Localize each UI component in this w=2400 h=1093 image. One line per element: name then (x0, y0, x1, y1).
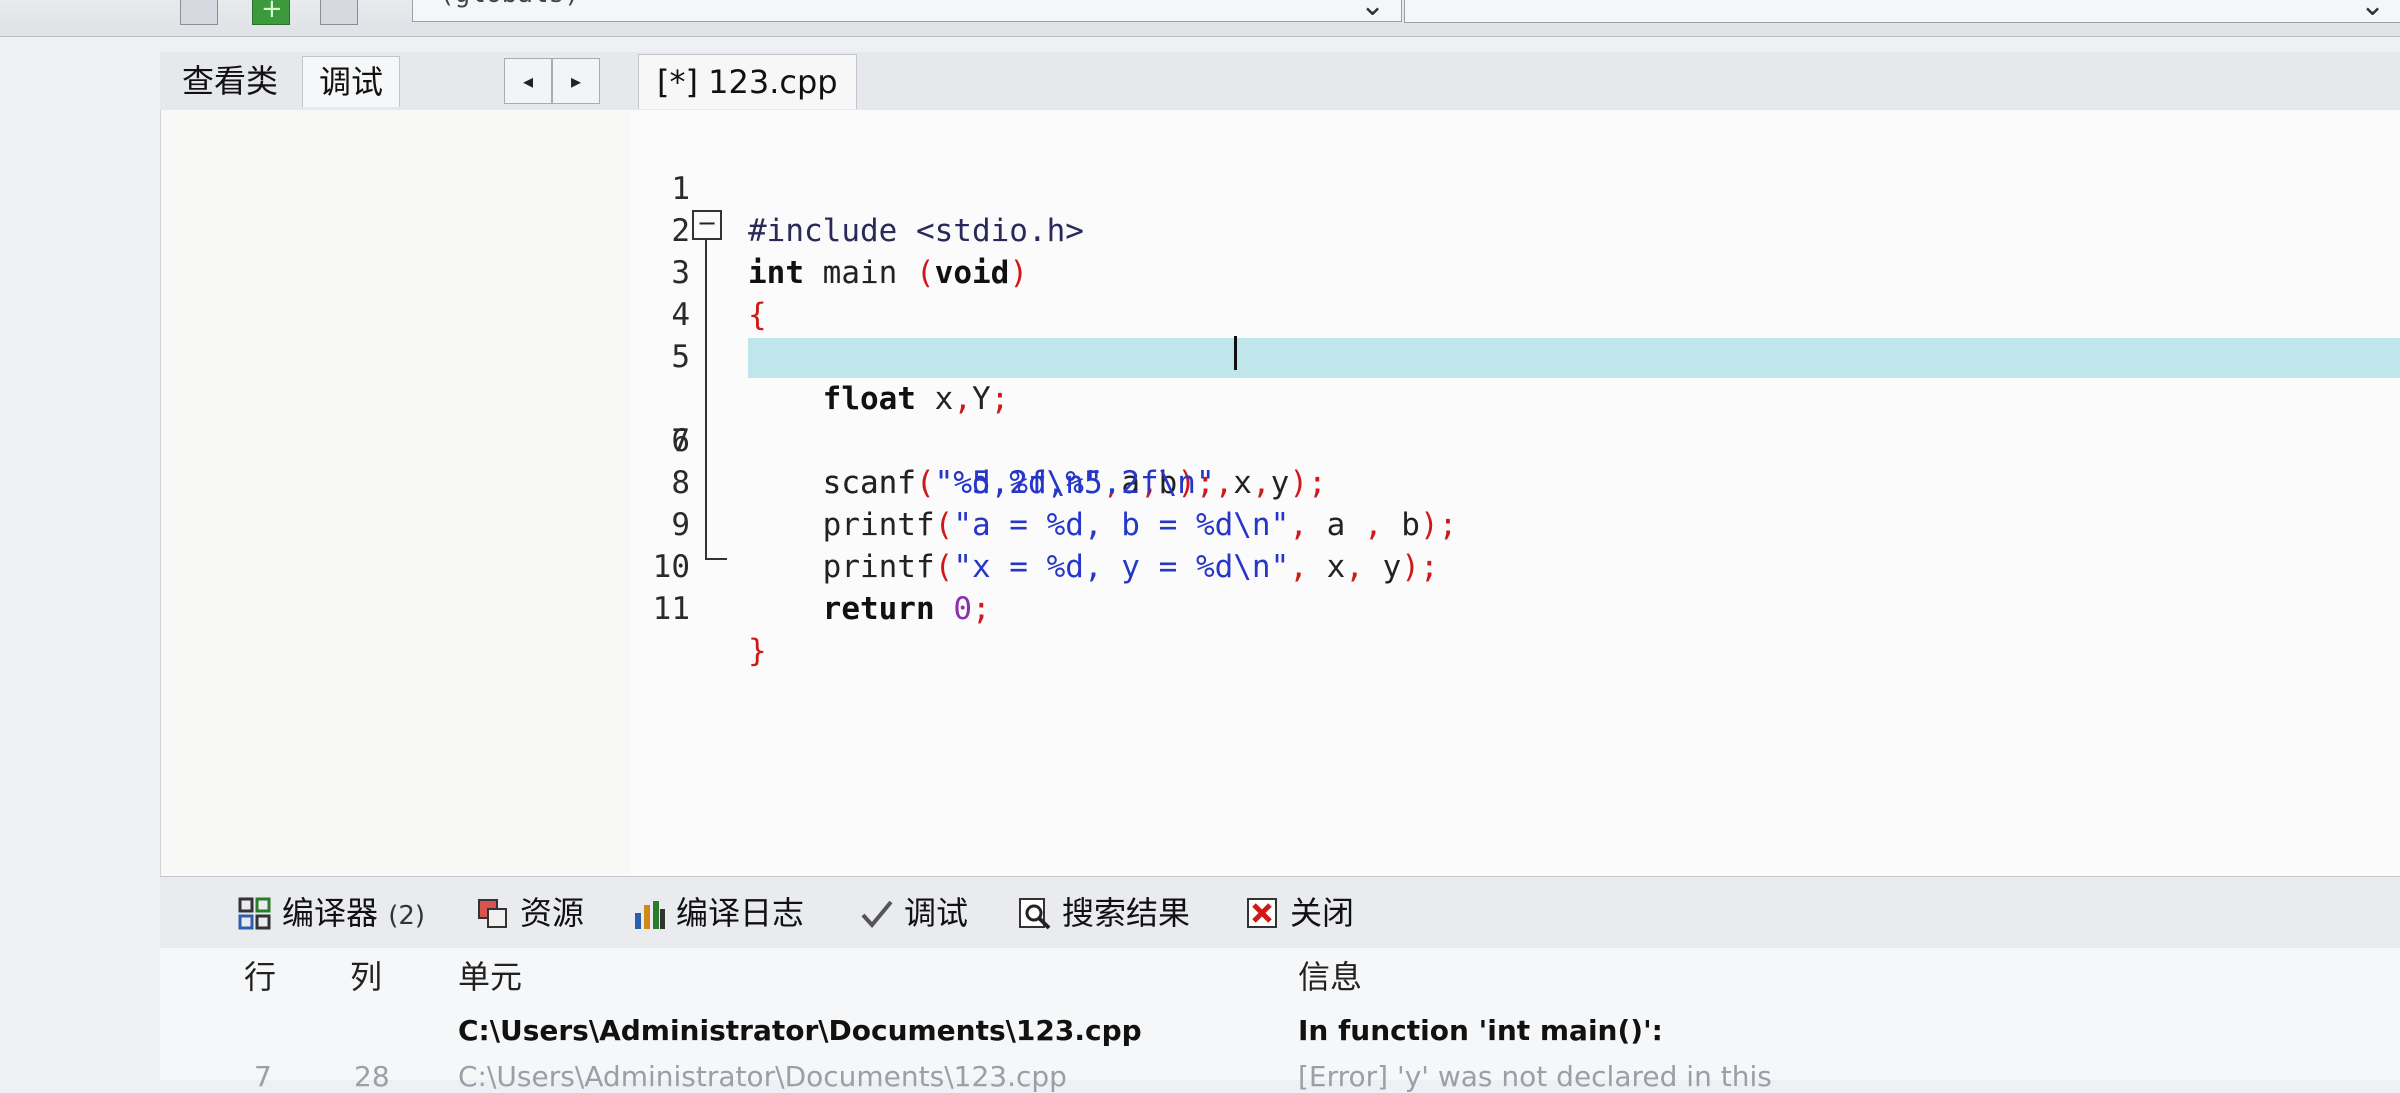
current-line-highlight (748, 338, 2400, 378)
search-icon (1019, 898, 1051, 930)
tab-compiler-label: 编译器 (282, 894, 379, 932)
tab-close-label: 关闭 (1290, 894, 1355, 932)
toolbar-new-button[interactable] (180, 0, 218, 25)
tab-resources[interactable]: 资源 (470, 887, 584, 939)
toolbar: (globals) ⌄ ⌄ (0, 0, 2400, 37)
scope-select-value: (globals) (439, 0, 580, 9)
column-header-unit[interactable]: 单元 (458, 952, 522, 998)
tab-file-123-cpp[interactable]: [*] 123.cpp (638, 54, 857, 109)
tab-class-view[interactable]: 查看类 (166, 56, 294, 106)
code-line[interactable]: 8 printf("a = %d, b = %d\n", a , b); (630, 420, 2400, 543)
message-info: In function 'int main()': (1298, 1014, 1663, 1047)
message-unit: C:\Users\Administrator\Documents\123.cpp (458, 1014, 1142, 1047)
text-caret (1234, 336, 1237, 370)
left-panel-tabs: 查看类 调试 ◂ ▸ (160, 52, 630, 111)
column-header-col[interactable]: 列 (350, 952, 382, 998)
tab-close[interactable]: 关闭 (1240, 887, 1354, 939)
message-info: [Error] 'y' was not declared in this (1298, 1060, 1772, 1093)
fold-guide-end (705, 558, 727, 560)
code-line-highlighted[interactable]: 6 scanf("%d,%d\n",a,b); (630, 336, 2400, 501)
checkmark-icon (861, 900, 893, 929)
tab-scroll-left-button[interactable]: ◂ (504, 58, 552, 104)
editor-tabs: [*] 123.cpp (630, 52, 2400, 111)
code-line[interactable]: 4 long a,b; (630, 252, 2400, 375)
code-editor[interactable]: 1 #include <stdio.h> 2 int main (void) 3… (630, 110, 2400, 876)
message-line: 7 (254, 1060, 272, 1093)
tab-compiler[interactable]: 编译器 (2) (232, 887, 425, 939)
tab-compile-log[interactable]: 编译日志 (626, 887, 804, 939)
resources-icon (478, 899, 507, 928)
tab-resources-label: 资源 (520, 894, 585, 932)
code-line[interactable]: 10 return 0; (630, 504, 2400, 627)
tab-compiler-count: (2) (388, 901, 426, 931)
code-line[interactable]: 7 scanf("%5.2f,%5.2f\n",x,y); (630, 378, 2400, 501)
code-line[interactable]: 11 } (630, 546, 2400, 669)
fold-toggle-icon[interactable]: − (692, 210, 722, 240)
bar-chart-icon (635, 901, 665, 929)
tab-search-results[interactable]: 搜索结果 (1012, 887, 1190, 939)
code-line[interactable]: 9 printf("x = %d, y = %d\n", x, y); (630, 462, 2400, 585)
toolbar-remove-button[interactable] (320, 0, 358, 25)
tab-debug-output[interactable]: 调试 (854, 887, 968, 939)
code-line[interactable]: 1 #include <stdio.h> (630, 126, 2400, 249)
code-line[interactable]: 2 int main (void) (630, 168, 2400, 291)
member-select[interactable] (1404, 0, 2400, 23)
bottom-panel-tabs: 编译器 (2) 资源 编译日志 调试 搜索结果 关闭 (160, 876, 2400, 949)
message-unit: C:\Users\Administrator\Documents\123.cpp (458, 1060, 1067, 1093)
left-panel-content (160, 110, 631, 876)
chevron-down-icon[interactable]: ⌄ (1360, 0, 1385, 23)
fold-guide-line (705, 240, 707, 560)
tab-compile-log-label: 编译日志 (676, 894, 805, 932)
chevron-down-icon[interactable]: ⌄ (2360, 0, 2385, 23)
line-number: 11 (652, 591, 690, 627)
tab-debug[interactable]: 调试 (302, 56, 401, 107)
close-icon (1247, 898, 1277, 928)
code-line[interactable]: 5 float x,Y; (630, 294, 2400, 417)
tab-scroll-right-button[interactable]: ▸ (552, 58, 600, 104)
toolbar-add-button[interactable] (252, 0, 290, 25)
tab-search-results-label: 搜索结果 (1062, 894, 1191, 932)
message-col: 28 (354, 1060, 390, 1093)
scope-select[interactable]: (globals) (412, 0, 1402, 22)
column-header-line[interactable]: 行 (244, 952, 276, 998)
code-line[interactable]: 3 { (630, 210, 2400, 333)
column-header-info[interactable]: 信息 (1298, 952, 1362, 998)
grid-icon (238, 897, 271, 930)
tab-debug-output-label: 调试 (904, 894, 969, 932)
